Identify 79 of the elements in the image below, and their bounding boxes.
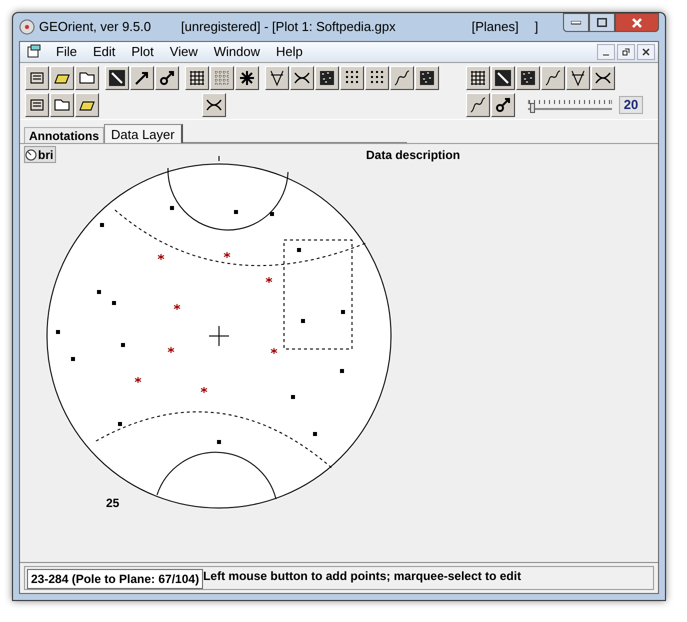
toolbar-button[interactable]	[265, 66, 289, 90]
tool-icon	[108, 69, 126, 87]
tool-icon	[469, 96, 487, 114]
point-count: 25	[106, 495, 120, 512]
toolbar-button[interactable]	[25, 93, 49, 117]
tool-icon	[238, 69, 256, 87]
toolbar-button[interactable]	[25, 66, 49, 90]
toolbar-button[interactable]	[466, 93, 490, 117]
maximize-icon	[597, 18, 607, 27]
minimize-icon	[602, 54, 610, 56]
toolbar-button[interactable]	[466, 66, 490, 90]
gauge-icon	[25, 148, 37, 160]
toolbar-button[interactable]	[75, 66, 99, 90]
window-title: GEOrient, ver 9.5.0	[39, 18, 151, 36]
tab[interactable]: Annotations	[24, 127, 104, 143]
app-logo-icon	[19, 19, 35, 35]
tool-icon	[318, 69, 336, 87]
close-button[interactable]	[615, 13, 659, 32]
tool-icon	[544, 69, 562, 87]
tool-icon	[133, 69, 151, 87]
toolbar-button[interactable]	[130, 66, 154, 90]
menu-item[interactable]: Edit	[84, 42, 124, 62]
toolbar-button[interactable]	[390, 66, 414, 90]
menu-item[interactable]: Plot	[123, 42, 162, 62]
menu-item[interactable]: File	[48, 42, 85, 62]
close-icon	[642, 48, 650, 56]
size-value: 20	[619, 96, 643, 114]
tool-icon	[213, 69, 231, 87]
menu-item[interactable]: View	[162, 42, 206, 62]
tool-icon	[418, 69, 436, 87]
menu-item[interactable]: Help	[268, 42, 311, 62]
menu-item[interactable]: Window	[206, 42, 268, 62]
toolbar-button[interactable]	[516, 66, 540, 90]
tab[interactable]: Data Layer	[104, 124, 183, 143]
document-icon	[26, 44, 42, 60]
window-title: ]	[534, 18, 538, 36]
toolbar-button[interactable]	[315, 66, 339, 90]
cursor-readout: 23-284 (Pole to Plane: 67/104)	[27, 569, 204, 589]
toolbar-button[interactable]	[50, 93, 74, 117]
slider-thumb[interactable]	[530, 103, 536, 113]
toolbar-button[interactable]	[185, 66, 209, 90]
toolbar-button[interactable]	[50, 66, 74, 90]
tool-icon	[519, 69, 537, 87]
refresh-button[interactable]	[202, 93, 226, 117]
toolbar-button[interactable]	[491, 93, 515, 117]
toolbar-button[interactable]	[235, 66, 259, 90]
toolbar-button[interactable]	[566, 66, 590, 90]
tool-icon	[569, 69, 587, 87]
toolbar-button[interactable]	[340, 66, 364, 90]
status-hint: Left mouse button to add points; marquee-select to edit	[203, 568, 522, 585]
toolbar-button[interactable]	[105, 66, 129, 90]
window-title: [Planes]	[472, 18, 519, 36]
toolbar-button[interactable]	[290, 66, 314, 90]
child-close-button[interactable]	[637, 44, 655, 60]
tool-icon	[188, 69, 206, 87]
tool-icon	[494, 69, 512, 87]
minimize-button[interactable]	[563, 13, 589, 32]
toolbar-button[interactable]	[541, 66, 565, 90]
data-description: Data description	[366, 147, 460, 164]
toolbar-button[interactable]	[155, 66, 179, 90]
minimize-icon	[571, 20, 581, 24]
tool-icon	[158, 69, 176, 87]
tool-icon	[393, 69, 411, 87]
window-title: [unregistered] - [Plot 1: Softpedia.gpx	[181, 18, 396, 36]
layer-button[interactable]: bri	[24, 146, 56, 163]
toolbar-button[interactable]	[210, 66, 234, 90]
tool-icon	[494, 96, 512, 114]
child-minimize-button[interactable]	[597, 44, 615, 60]
toolbar-button[interactable]	[591, 66, 615, 90]
maximize-button[interactable]	[589, 13, 615, 32]
toolbar-button[interactable]	[491, 66, 515, 90]
close-icon	[632, 18, 642, 28]
restore-icon	[622, 48, 630, 56]
toolbar-button[interactable]	[75, 93, 99, 117]
child-restore-button[interactable]	[617, 44, 635, 60]
tool-icon	[268, 69, 286, 87]
tool-icon	[469, 69, 487, 87]
toolbar-button[interactable]	[415, 66, 439, 90]
toolbar-button[interactable]	[365, 66, 389, 90]
